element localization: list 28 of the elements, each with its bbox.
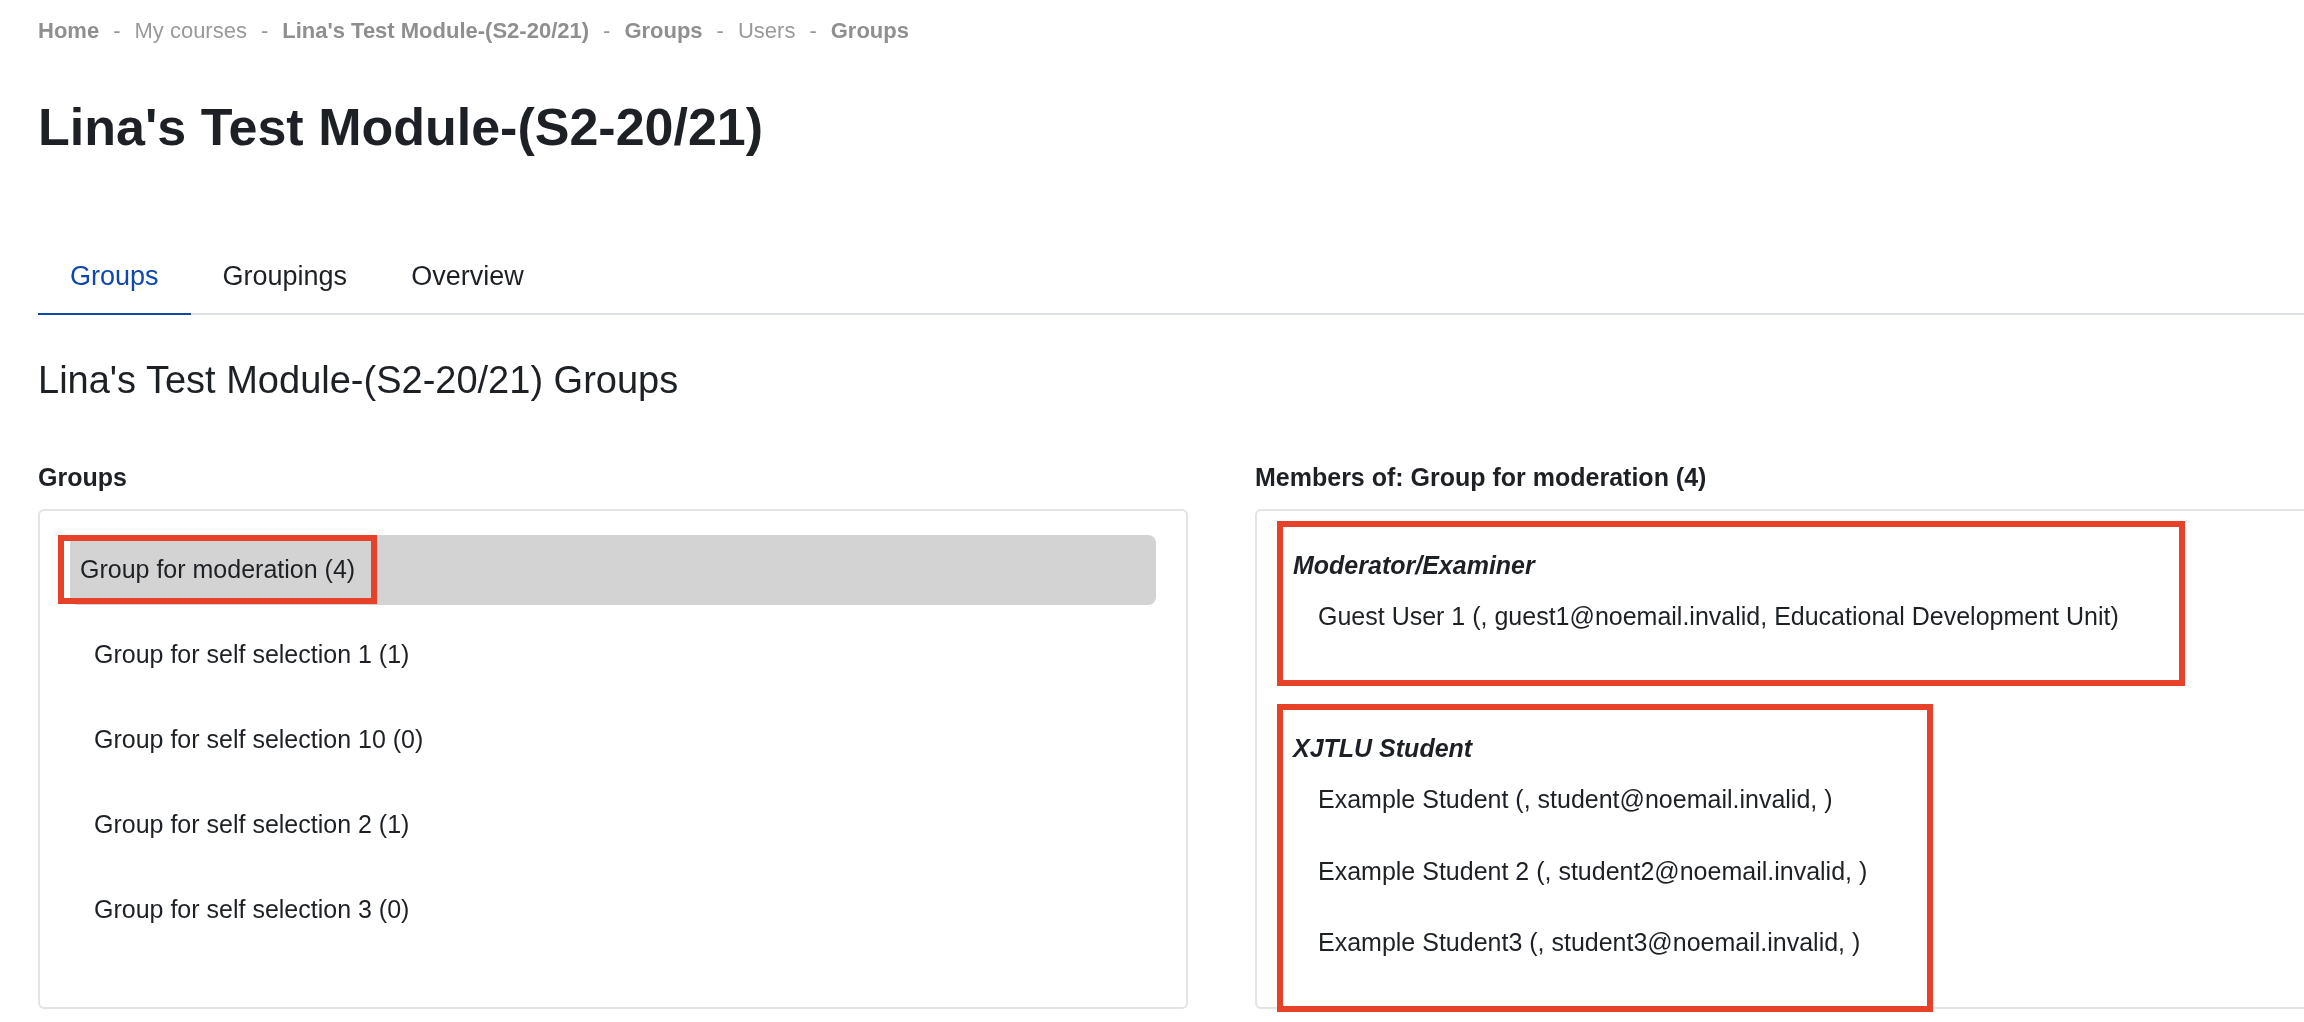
member-entry: Guest User 1 (, guest1@noemail.invalid, Educational Development Unit) (1317, 601, 2119, 632)
group-option[interactable]: Group for self selection 2 (1) (70, 789, 1156, 860)
group-label: Group for self selection 1 (1) (93, 638, 411, 670)
groups-list[interactable]: Group for moderation (4) Group for self selection 1 (1) Group for self selection 10 (0) Group for self selection 2 (1) Group for self selection 3 (0) (38, 508, 1188, 1009)
tab[interactable]: Groupings (190, 240, 380, 313)
group-label: Group for self selection 2 (1) (93, 808, 411, 840)
role-heading: XJTLU Student (1293, 732, 1474, 764)
breadcrumb-separator: - (603, 16, 611, 45)
breadcrumb-separator: - (716, 16, 724, 45)
member-entry: Example Student (, student@noemail.invalid, ) (1317, 784, 1834, 815)
breadcrumb-separator: - (260, 16, 269, 45)
group-label: Group for self selection 10 (0) (93, 723, 425, 755)
tab[interactable]: Groups (38, 240, 191, 315)
group-label: Group for moderation (4) (58, 534, 378, 605)
group-option[interactable]: Group for self selection 1 (1) (70, 619, 1156, 690)
breadcrumb-separator: - (113, 16, 121, 45)
role-heading: Moderator/Examiner (1293, 549, 1537, 581)
breadcrumb-separator: - (809, 16, 817, 45)
tab[interactable]: Overview (379, 240, 556, 313)
group-label: Group for self selection 3 (0) (93, 893, 411, 925)
panel-label: Groups (38, 462, 128, 493)
group-option[interactable]: Group for self selection 10 (0) (70, 704, 1156, 775)
member-entry: Example Student3 (, student3@noemail.invalid, ) (1317, 927, 1862, 958)
page-title: Lina's Test Module-(S2-20/21) (38, 97, 765, 158)
member-entry: Example Student 2 (, student2@noemail.invalid, ) (1317, 855, 1868, 887)
section-heading: Lina's Test Module-(S2-20/21) Groups (38, 357, 680, 403)
panel-label: Members of: Group for moderation (4) (1255, 462, 1708, 493)
group-option[interactable]: Group for self selection 3 (0) (70, 874, 1156, 945)
